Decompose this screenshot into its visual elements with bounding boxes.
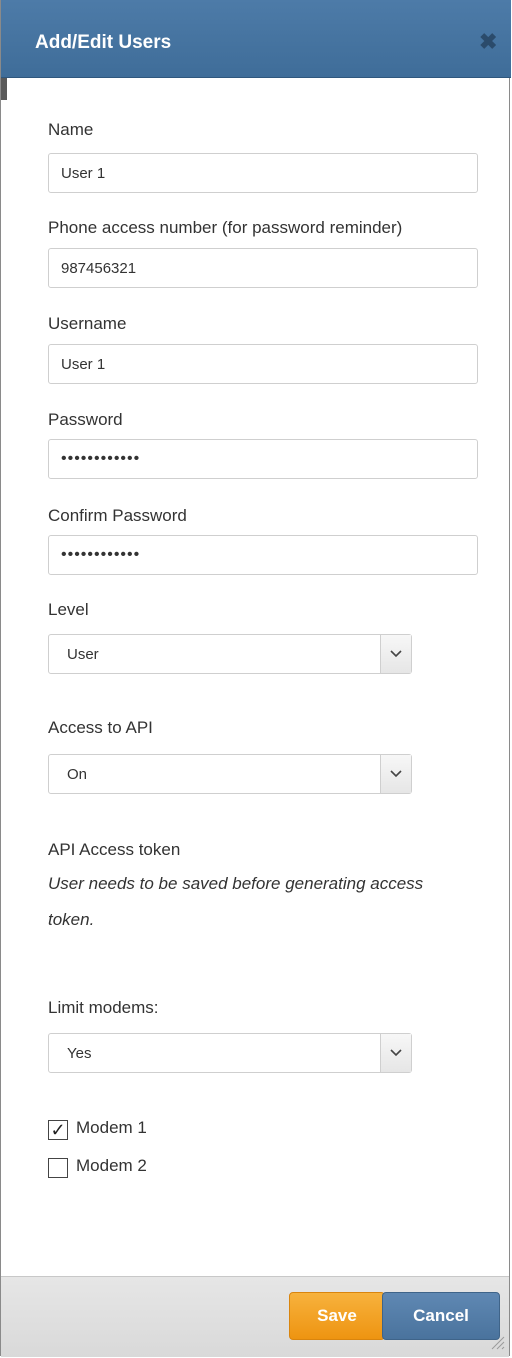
level-select[interactable]: User [48,634,412,674]
modem-1-label: Modem 1 [76,1118,147,1137]
chevron-down-icon[interactable] [380,1034,411,1072]
level-label: Level [48,600,89,619]
limit-modems-selected-value: Yes [67,1045,92,1062]
chevron-down-icon[interactable] [380,755,411,793]
name-input[interactable] [48,153,478,193]
checkmark-icon: ✓ [50,1120,66,1140]
close-icon[interactable]: ✖ [479,30,497,54]
limit-modems-select[interactable]: Yes [48,1033,412,1073]
name-label: Name [48,120,94,139]
confirm-password-input[interactable] [48,535,478,575]
save-button[interactable]: Save [289,1292,385,1340]
chevron-down-icon[interactable] [380,635,411,673]
dialog-titlebar: Add/Edit Users ✖ [1,0,511,78]
level-selected-value: User [67,646,99,663]
api-access-select[interactable]: On [48,754,412,794]
phone-label: Phone access number (for password remind… [48,218,403,237]
resize-grip-icon[interactable] [487,1332,505,1350]
confirm-password-label: Confirm Password [48,506,187,525]
cancel-button[interactable]: Cancel [382,1292,500,1340]
api-access-selected-value: On [67,766,88,783]
password-input[interactable] [48,439,478,479]
api-access-label: Access to API [48,718,153,737]
window-edge-accent [1,78,7,100]
modem-2-label: Modem 2 [76,1156,147,1175]
password-label: Password [48,410,123,429]
api-token-label: API Access token [48,840,181,859]
api-token-note: User needs to be saved before generating… [48,874,424,929]
limit-modems-label: Limit modems: [48,998,159,1017]
modem-1-checkbox[interactable]: ✓ [48,1120,68,1140]
modem-2-checkbox[interactable] [48,1158,68,1178]
dialog-title: Add/Edit Users [35,32,172,53]
phone-input[interactable] [48,248,478,288]
username-label: Username [48,314,127,333]
add-edit-users-dialog: Add/Edit Users ✖ Name Phone access numbe… [0,0,511,1357]
username-input[interactable] [48,344,478,384]
